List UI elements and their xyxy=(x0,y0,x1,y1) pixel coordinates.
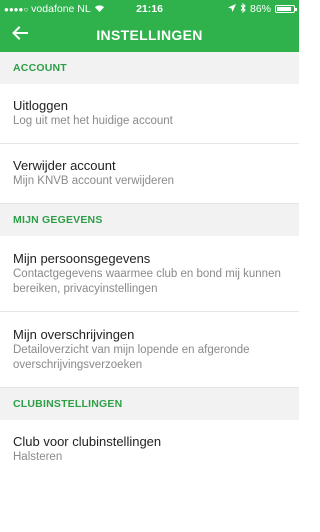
item-title: Verwijder account xyxy=(13,158,116,173)
battery-icon xyxy=(275,5,297,13)
section-header-club-settings: CLUBINSTELLINGEN xyxy=(0,388,299,420)
personal-data-item[interactable]: Mijn persoonsgegevens Contactgegevens wa… xyxy=(0,236,299,312)
battery-percentage: 86% xyxy=(249,3,271,15)
wifi-icon xyxy=(94,3,105,15)
item-title: Uitloggen xyxy=(13,98,68,113)
transfers-item[interactable]: Mijn overschrijvingen Detailoverzicht va… xyxy=(0,312,299,388)
battery-fill xyxy=(277,7,291,11)
item-title: Mijn overschrijvingen xyxy=(13,326,135,342)
section-header-account: ACCOUNT xyxy=(0,52,299,84)
item-subtitle: Halsteren xyxy=(13,451,63,463)
status-time: 21:16 xyxy=(136,3,163,15)
signal-strength-icon: ●●●●○ xyxy=(4,4,29,14)
navigation-bar: INSTELLINGEN xyxy=(0,18,299,52)
back-button[interactable] xyxy=(6,21,34,49)
bluetooth-icon xyxy=(240,2,246,16)
item-title: Mijn persoonsgegevens xyxy=(13,250,151,266)
status-bar: ●●●●○ vodafone NL 21:16 86% xyxy=(0,0,299,18)
item-subtitle: Mijn KNVB account verwijderen xyxy=(13,175,175,187)
location-arrow-icon xyxy=(227,3,236,15)
item-title: Club voor clubinstellingen xyxy=(13,434,162,449)
item-subtitle: Detailoverzicht van mijn lopende en afge… xyxy=(13,343,250,371)
arrow-left-icon xyxy=(12,25,28,45)
section-header-my-data: MIJN GEGEVENS xyxy=(0,204,299,236)
settings-list: ACCOUNT Uitloggen Log uit met het huidig… xyxy=(0,52,299,474)
club-settings-item[interactable]: Club voor clubinstellingen Halsteren xyxy=(0,420,299,474)
delete-account-item[interactable]: Verwijder account Mijn KNVB account verw… xyxy=(0,144,299,204)
logout-item[interactable]: Uitloggen Log uit met het huidige accoun… xyxy=(0,84,299,144)
page-title: INSTELLINGEN xyxy=(96,27,203,43)
item-subtitle: Contactgegevens waarmee club en bond mij… xyxy=(13,267,281,295)
carrier-label: vodafone NL xyxy=(31,3,91,15)
item-subtitle: Log uit met het huidige account xyxy=(13,115,173,127)
